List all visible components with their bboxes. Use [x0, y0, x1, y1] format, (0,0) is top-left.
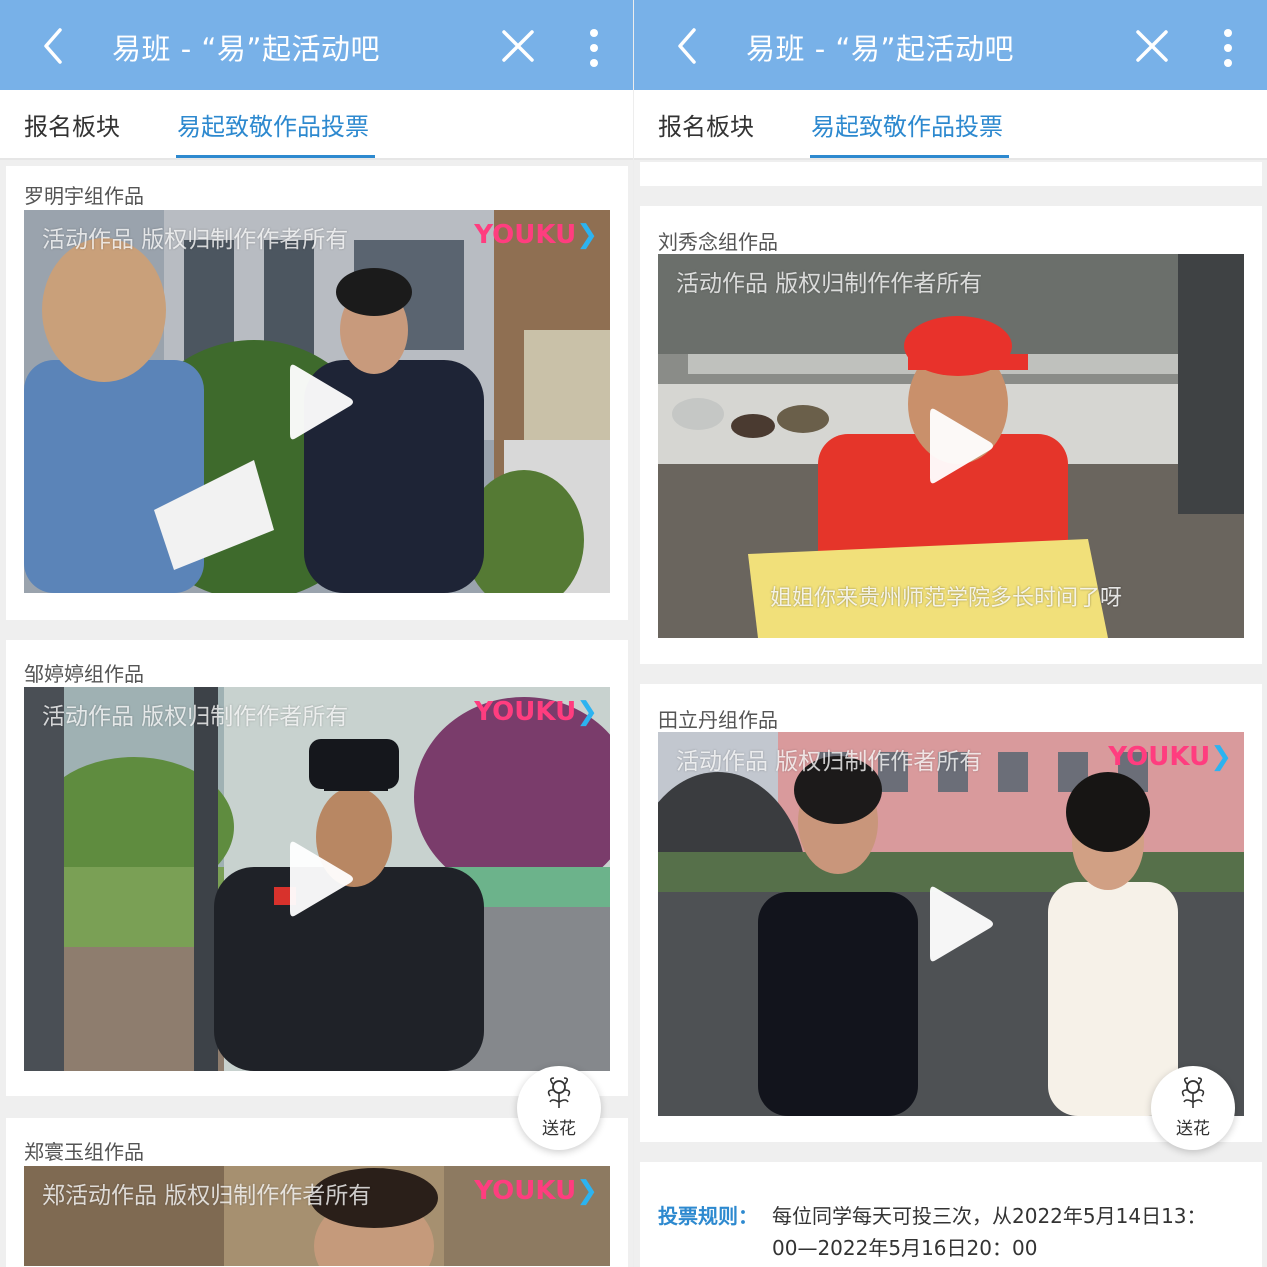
youku-logo: YOUKU❯	[474, 220, 598, 250]
header-bar: 易班 - “易”起活动吧	[634, 0, 1267, 90]
play-icon[interactable]	[286, 360, 356, 444]
more-options-icon[interactable]	[584, 28, 604, 68]
play-icon[interactable]	[926, 404, 996, 488]
tab-bar: 报名板块 易起致敬作品投票	[0, 90, 633, 160]
copyright-watermark: 活动作品 版权归制作作者所有	[676, 271, 983, 297]
copyright-watermark: 郑活动作品 版权归制作作者所有	[42, 1183, 372, 1209]
send-flower-label: 送花	[1176, 1119, 1210, 1139]
entry-title: 罗明宇组作品	[24, 184, 144, 208]
copyright-watermark: 活动作品 版权归制作作者所有	[42, 704, 349, 730]
tab-registration[interactable]: 报名板块	[658, 107, 754, 142]
flower-icon	[1181, 1077, 1205, 1108]
close-icon[interactable]	[500, 28, 536, 64]
video-player[interactable]: 活动作品 版权归制作作者所有 YOUKU❯	[24, 687, 610, 1071]
right-screen: 易班 - “易”起活动吧 报名板块 易起致敬作品投票 刘秀念组作品 活动作品 版…	[634, 0, 1267, 1267]
video-player[interactable]: 活动作品 版权归制作作者所有 YOUKU❯	[24, 210, 610, 593]
send-flower-button[interactable]: 送花	[1151, 1066, 1235, 1150]
play-icon[interactable]	[286, 837, 356, 921]
back-arrow-icon[interactable]	[36, 26, 72, 66]
vote-rules-panel: 投票规则： 每位同学每天可投三次，从2022年5月14日13：00—2022年5…	[640, 1162, 1262, 1267]
youku-logo: YOUKU❯	[474, 697, 598, 727]
video-player[interactable]: 活动作品 版权归制作作者所有 姐姐你来贵州师范学院多长时间了呀	[658, 254, 1244, 638]
entry-card: 邹婷婷组作品 活动作品 版权归制作作者所有 YOUKU❯	[6, 640, 628, 1096]
entry-title: 郑寰玉组作品	[24, 1140, 144, 1164]
close-icon[interactable]	[1134, 28, 1170, 64]
send-flower-label: 送花	[542, 1119, 576, 1139]
tab-vote[interactable]: 易起致敬作品投票	[177, 107, 369, 142]
play-icon[interactable]	[926, 882, 996, 966]
youku-logo: YOUKU❯	[1108, 742, 1232, 772]
video-subtitle: 姐姐你来贵州师范学院多长时间了呀	[770, 586, 1123, 611]
back-arrow-icon[interactable]	[670, 26, 706, 66]
vote-rules-text: 每位同学每天可投三次，从2022年5月14日13：00—2022年5月16日20…	[772, 1204, 1207, 1260]
entry-title: 邹婷婷组作品	[24, 662, 144, 686]
left-screen: 易班 - “易”起活动吧 报名板块 易起致敬作品投票 罗明宇组作品 活动作品 版…	[0, 0, 633, 1267]
more-options-icon[interactable]	[1218, 28, 1238, 68]
header-bar: 易班 - “易”起活动吧	[0, 0, 633, 90]
send-flower-button[interactable]: 送花	[517, 1066, 601, 1150]
youku-logo: YOUKU❯	[474, 1176, 598, 1206]
copyright-watermark: 活动作品 版权归制作作者所有	[676, 749, 983, 775]
entry-card: 刘秀念组作品 活动作品 版权归制作作者所有 姐姐你来贵州师范学院多长时间了呀	[640, 206, 1262, 664]
page-title: 易班 - “易”起活动吧	[112, 32, 380, 66]
active-tab-indicator	[810, 155, 1009, 158]
page-title: 易班 - “易”起活动吧	[746, 32, 1014, 66]
active-tab-indicator	[176, 155, 375, 158]
video-player[interactable]: 郑活动作品 版权归制作作者所有 YOUKU❯	[24, 1166, 610, 1266]
tab-registration[interactable]: 报名板块	[24, 107, 120, 142]
tab-bar: 报名板块 易起致敬作品投票	[634, 90, 1267, 160]
entry-card	[640, 162, 1262, 186]
entry-title: 刘秀念组作品	[658, 230, 778, 254]
entry-card: 罗明宇组作品 活动作品 版权归制作作者所有 YOUKU❯	[6, 166, 628, 620]
copyright-watermark: 活动作品 版权归制作作者所有	[42, 227, 349, 253]
tab-vote[interactable]: 易起致敬作品投票	[811, 107, 1003, 142]
vote-rules-label: 投票规则：	[658, 1204, 758, 1228]
video-player[interactable]: 活动作品 版权归制作作者所有 YOUKU❯	[658, 732, 1244, 1116]
entry-title: 田立丹组作品	[658, 708, 778, 732]
flower-icon	[547, 1077, 571, 1108]
